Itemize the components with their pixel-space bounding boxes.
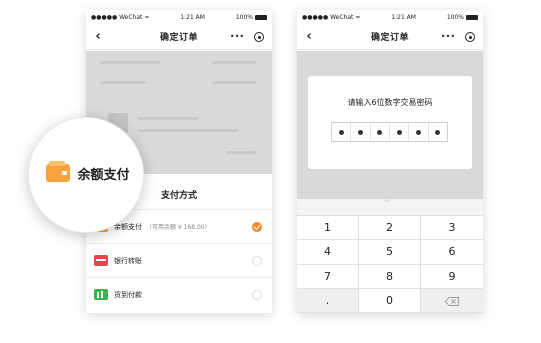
payment-option-cod[interactable]: 货到付款	[86, 277, 272, 311]
battery-icon	[466, 14, 478, 20]
cash-on-delivery-icon	[94, 289, 108, 300]
wifi-icon: ≈	[144, 13, 150, 21]
password-input[interactable]	[331, 122, 448, 142]
carrier-label: ●●●●● WeChat	[91, 13, 143, 21]
key-2[interactable]: 2	[359, 216, 421, 241]
password-dot	[377, 129, 383, 135]
key-8[interactable]: 8	[359, 264, 421, 289]
status-bar: ●●●●● WeChat ≈ 1:21 AM 100%	[86, 10, 272, 24]
password-dot	[435, 129, 441, 135]
key-backspace[interactable]	[421, 288, 483, 313]
placeholder-line	[138, 117, 198, 120]
right-phone-screen: ●●●●● WeChat ≈ 1:21 AM 100% ‹ 确定订单 ••• 请…	[297, 10, 483, 313]
password-digit-cell	[409, 123, 429, 141]
backspace-icon	[444, 296, 459, 307]
wifi-icon: ≈	[355, 13, 361, 21]
key-6[interactable]: 6	[421, 240, 483, 265]
password-dot	[415, 129, 421, 135]
battery-label: 100%	[235, 13, 253, 21]
payment-option-bank[interactable]: 银行转账	[86, 243, 272, 277]
key-3[interactable]: 3	[421, 216, 483, 241]
key-4[interactable]: 4	[297, 240, 359, 265]
password-dialog: 请输入6位数字交易密码	[308, 76, 472, 169]
key-1[interactable]: 1	[297, 216, 359, 241]
magnified-label: 余额支付	[77, 167, 130, 183]
password-digit-cell	[390, 123, 410, 141]
key-dot[interactable]: .	[297, 288, 359, 313]
radio-unselected-icon[interactable]	[252, 256, 262, 266]
more-options-icon[interactable]: •••	[441, 28, 455, 44]
placeholder-line	[212, 81, 256, 84]
placeholder-line	[226, 151, 256, 154]
password-digit-cell	[351, 123, 371, 141]
battery-label: 100%	[446, 13, 464, 21]
back-arrow-icon[interactable]: ‹	[90, 28, 106, 44]
password-digit-cell	[429, 123, 447, 141]
payment-option-label: 货到付款	[114, 290, 142, 299]
available-balance-hint: （可用余额 ¥ 168.00）	[146, 224, 211, 231]
nav-bar: ‹ 确定订单 •••	[86, 24, 272, 50]
more-options-icon[interactable]: •••	[230, 28, 244, 44]
password-dot	[396, 129, 402, 135]
page-title: 确定订单	[370, 33, 409, 43]
password-digit-cell	[371, 123, 390, 141]
close-miniprogram-icon[interactable]	[465, 32, 475, 42]
numeric-keypad: ﹀ 1 2 3 4 5 6 7 8 9 . 0	[297, 199, 483, 313]
radio-selected-icon[interactable]	[252, 222, 262, 232]
password-prompt: 请输入6位数字交易密码	[347, 98, 433, 107]
bank-card-icon	[94, 255, 108, 266]
status-time: 1:21 AM	[391, 13, 416, 21]
wallet-icon	[46, 161, 71, 182]
placeholder-line	[138, 129, 238, 132]
radio-unselected-icon[interactable]	[252, 290, 262, 300]
placeholder-line	[100, 61, 160, 64]
placeholder-line	[100, 81, 146, 84]
close-miniprogram-icon[interactable]	[254, 32, 264, 42]
status-bar: ●●●●● WeChat ≈ 1:21 AM 100%	[297, 10, 483, 24]
key-5[interactable]: 5	[359, 240, 421, 265]
password-dot	[338, 129, 344, 135]
status-time: 1:21 AM	[180, 13, 205, 21]
page-title: 确定订单	[159, 33, 198, 43]
battery-icon	[255, 14, 267, 20]
chevron-down-icon[interactable]: ﹀	[383, 198, 391, 209]
nav-bar: ‹ 确定订单 •••	[297, 24, 483, 50]
payment-option-label: 银行转账	[114, 256, 142, 265]
key-7[interactable]: 7	[297, 264, 359, 289]
password-dot	[357, 129, 363, 135]
back-arrow-icon[interactable]: ‹	[301, 28, 317, 44]
key-9[interactable]: 9	[421, 264, 483, 289]
password-digit-cell	[332, 123, 352, 141]
carrier-label: ●●●●● WeChat	[302, 13, 354, 21]
key-0[interactable]: 0	[359, 288, 421, 313]
magnifier-callout: 余额支付	[28, 117, 144, 233]
placeholder-line	[212, 61, 256, 64]
